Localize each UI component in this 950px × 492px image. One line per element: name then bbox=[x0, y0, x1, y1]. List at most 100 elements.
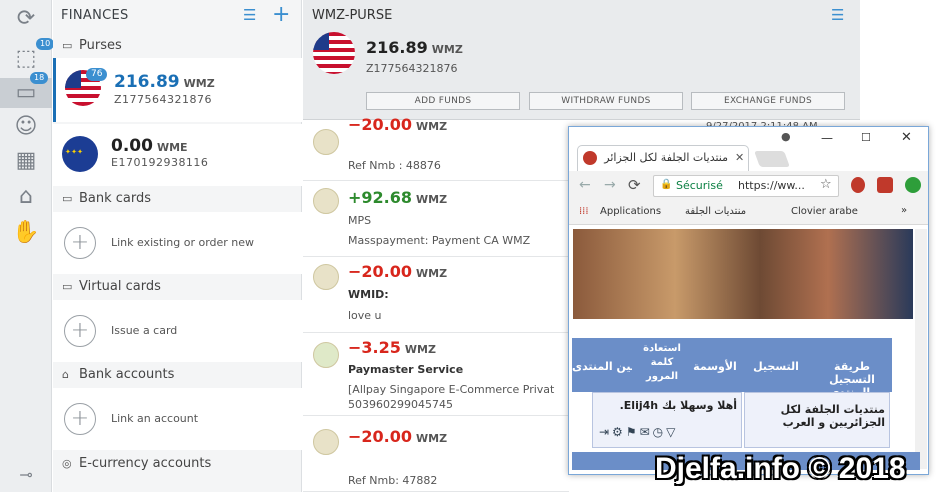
banner-gap bbox=[573, 319, 913, 339]
close-tab-icon[interactable]: ✕ bbox=[735, 151, 744, 164]
payment-hand-icon[interactable]: ✋ bbox=[9, 218, 43, 248]
maximize-icon[interactable]: ☐ bbox=[861, 131, 871, 144]
close-window-icon[interactable]: ✕ bbox=[901, 130, 912, 145]
tx-line1: MPS bbox=[348, 214, 372, 227]
purse-amount: 216.89 bbox=[366, 38, 428, 57]
issue-card-row[interactable]: + Issue a card bbox=[53, 300, 302, 362]
payment-icon bbox=[313, 429, 339, 455]
settings-slider-icon[interactable]: ⊸ bbox=[9, 460, 43, 490]
bookmarks-bar: ⁞⁞⁞ Applications منتديات الجلفة Clovier … bbox=[569, 201, 928, 225]
tx-ref: Ref Nmb : 48876 bbox=[348, 159, 441, 172]
browser-tab[interactable]: منتديات الجلفة لكل الجزائر bbox=[577, 145, 749, 171]
profile-icon[interactable]: ● bbox=[781, 130, 791, 143]
transaction-row[interactable]: −20.00 WMZ WMID: love u bbox=[303, 258, 569, 333]
browser-toolbar: ← → ⟳ 🔒 Sécurisé https://ww... ☆ bbox=[569, 171, 928, 201]
purse-currency: WMZ bbox=[431, 43, 463, 56]
extension-icon[interactable] bbox=[851, 177, 865, 193]
qr-icon[interactable]: ▦ bbox=[9, 146, 43, 176]
add-icon[interactable]: + bbox=[272, 2, 290, 27]
address-bar[interactable]: 🔒 Sécurisé https://ww... ☆ bbox=[653, 175, 839, 197]
bookmark-item[interactable]: Applications bbox=[600, 206, 661, 217]
bookmarks-more-icon[interactable]: » bbox=[901, 205, 907, 216]
section-virtual-cards: ▭ Virtual cards bbox=[53, 275, 302, 299]
plus-circle-icon[interactable]: + bbox=[64, 227, 96, 259]
plus-circle-icon[interactable]: + bbox=[64, 315, 96, 347]
favicon-icon bbox=[583, 151, 597, 165]
purse-id: Z177564321876 bbox=[366, 62, 458, 75]
tx-line2: love u bbox=[348, 309, 382, 322]
transaction-row[interactable]: −20.00 WMZ Ref Nmb : 48876 bbox=[303, 115, 569, 181]
section-ecurrency: ◎ E-currency accounts bbox=[53, 452, 302, 476]
checklist-icon[interactable]: ☰ bbox=[831, 6, 844, 24]
forum-nav: طريقة التسجيل بالمنتدى التسجيل الأوسمة ا… bbox=[572, 338, 892, 399]
account-currency: WME bbox=[156, 141, 188, 154]
card-icon: ▭ bbox=[62, 192, 73, 205]
update-icon[interactable] bbox=[905, 177, 921, 193]
transaction-row[interactable]: +92.68 WMZ MPS Masspayment: Payment CA WM… bbox=[303, 182, 569, 257]
tx-ref: Ref Nmb: 47882 bbox=[348, 474, 438, 487]
refresh-icon[interactable]: ⟳ bbox=[9, 4, 43, 34]
payment-icon bbox=[313, 188, 339, 214]
adblock-icon[interactable] bbox=[877, 177, 893, 193]
shop-icon[interactable]: ⌂ bbox=[9, 182, 43, 212]
account-badge: 76 bbox=[86, 68, 108, 81]
forum-name: منتديات الجلفة لكل الجزائريين و العرب bbox=[780, 403, 885, 429]
purse-title: WMZ-PURSE bbox=[312, 8, 393, 23]
purses-icon[interactable]: ⬚ 10 bbox=[9, 38, 55, 74]
transaction-row[interactable]: −3.25 WMZ Paymaster Service [Allpay Singa… bbox=[303, 334, 569, 416]
finances-title: FINANCES bbox=[61, 8, 129, 23]
blank-area bbox=[860, 0, 950, 126]
folder-icon: ▭ bbox=[62, 39, 73, 52]
account-amount: 0.00 bbox=[111, 136, 153, 156]
minimize-icon[interactable]: — bbox=[821, 131, 833, 145]
section-purses: ▭ Purses bbox=[53, 34, 302, 58]
account-amount: 216.89 bbox=[114, 72, 180, 92]
transaction-row[interactable]: −20.00 WMZ Ref Nmb: 47882 bbox=[303, 417, 569, 492]
new-tab-button[interactable] bbox=[754, 151, 790, 167]
bank-icon: ⌂ bbox=[62, 368, 69, 381]
purse-header: WMZ-PURSE ☰ 216.89 WMZ Z177564321876 ADD … bbox=[303, 0, 860, 120]
payment-icon bbox=[313, 264, 339, 290]
coins-icon: ◎ bbox=[62, 457, 72, 470]
checklist-icon[interactable]: ☰ bbox=[243, 6, 256, 24]
back-icon[interactable]: ← bbox=[579, 177, 591, 193]
reload-icon[interactable]: ⟳ bbox=[628, 176, 641, 194]
exchange-funds-button[interactable]: EXCHANGE FUNDS bbox=[691, 92, 845, 110]
account-wme[interactable]: 0.00WME E170192938116 bbox=[53, 124, 302, 186]
section-bank-cards: ▭ Bank cards bbox=[53, 187, 302, 211]
forum-name-box: منتديات الجلفة لكل الجزائريين و العرب bbox=[744, 392, 890, 448]
user-tools-icons[interactable]: ⇥⚙⚑✉◷▽ bbox=[599, 425, 678, 439]
wallet-icon[interactable]: ▭ 18 bbox=[0, 72, 52, 108]
tx-amount: −20.00 bbox=[348, 262, 413, 281]
add-funds-button[interactable]: ADD FUNDS bbox=[366, 92, 520, 110]
plus-circle-icon[interactable]: + bbox=[64, 403, 96, 435]
scrollbar[interactable] bbox=[915, 229, 927, 469]
bookmark-item[interactable]: منتديات الجلفة bbox=[685, 206, 746, 217]
withdraw-funds-button[interactable]: WITHDRAW FUNDS bbox=[529, 92, 683, 110]
payment-icon bbox=[313, 129, 339, 155]
contacts-icon[interactable]: ☺ bbox=[9, 112, 43, 142]
tx-amount: −20.00 bbox=[348, 115, 413, 134]
nav-item[interactable]: الأوسمة bbox=[690, 360, 740, 373]
account-id: Z177564321876 bbox=[114, 93, 213, 106]
forward-icon[interactable]: → bbox=[604, 177, 616, 193]
account-id: E170192938116 bbox=[111, 156, 209, 169]
nav-item[interactable]: قوانين المنتدى bbox=[572, 360, 632, 373]
nav-item[interactable]: التسجيل bbox=[748, 360, 804, 373]
finances-panel: FINANCES ☰ + ▭ Purses 76 216.89 WMZ Z17756… bbox=[53, 0, 302, 492]
bookmark-item[interactable]: Clovier arabe bbox=[791, 206, 858, 217]
watermark: Djelfa.info © 2018 bbox=[655, 452, 906, 485]
purses-badge: 10 bbox=[36, 38, 55, 50]
bookmark-star-icon[interactable]: ☆ bbox=[820, 177, 832, 192]
tx-line2: [Allpay Singapore E-Commerce Privat bbox=[348, 383, 555, 396]
account-wmz[interactable]: 76 216.89 WMZ Z177564321876 bbox=[53, 58, 302, 122]
apps-grid-icon[interactable]: ⁞⁞⁞ bbox=[579, 206, 589, 217]
link-account-row[interactable]: + Link an account bbox=[53, 388, 302, 450]
welcome-text: أهلا وسهلا بك Elij4h. bbox=[619, 399, 737, 412]
nav-item[interactable]: استعادة كلمة المرور bbox=[640, 342, 684, 384]
tx-amount: −3.25 bbox=[348, 338, 401, 357]
wallet-badge: 18 bbox=[30, 72, 49, 84]
us-flag-icon bbox=[313, 32, 355, 74]
link-card-row[interactable]: + Link existing or order new bbox=[53, 212, 302, 274]
virtual-card-icon: ▭ bbox=[62, 280, 73, 293]
